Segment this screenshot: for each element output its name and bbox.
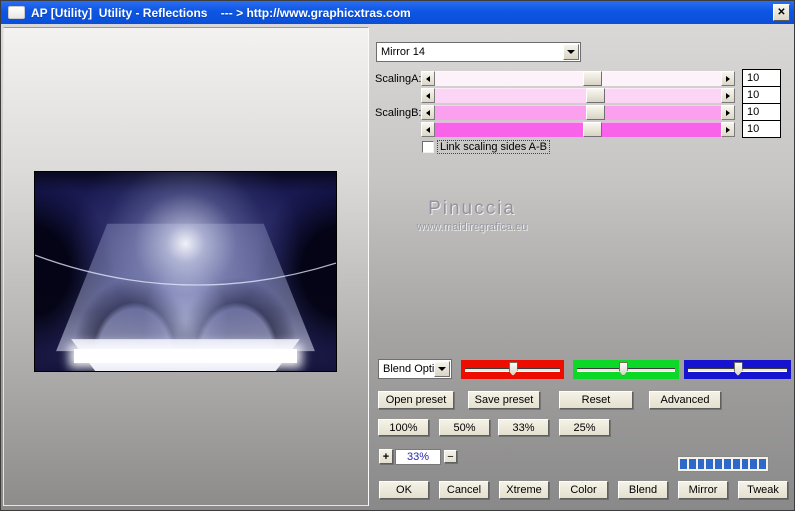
watermark-title: Pinuccia — [428, 198, 516, 219]
slider-track[interactable] — [435, 71, 721, 86]
slider-right-arrow-button[interactable] — [721, 71, 735, 86]
blend-button[interactable]: Blend — [618, 481, 668, 499]
save-preset-button[interactable]: Save preset — [468, 391, 540, 409]
zoom-33-button[interactable]: 33% — [498, 419, 549, 436]
zoom-level-value: 33% — [395, 449, 441, 465]
left-triangle-icon — [426, 109, 430, 116]
down-triangle-icon — [567, 50, 575, 54]
close-button[interactable]: ✕ — [773, 4, 790, 21]
progress-segment — [750, 459, 758, 469]
cancel-button[interactable]: Cancel — [439, 481, 489, 499]
window-title: AP [Utility] Utility - Reflections --- >… — [31, 5, 411, 20]
watermark: Pinuccia www.maidiregrafica.eu — [379, 198, 565, 233]
progress-segment — [706, 459, 714, 469]
scaling-a2-value[interactable]: 10 — [742, 86, 781, 104]
progress-segment — [732, 459, 740, 469]
watermark-url: www.maidiregrafica.eu — [416, 221, 528, 233]
progress-segment — [697, 459, 705, 469]
blue-channel-slider[interactable] — [684, 360, 791, 379]
scaling-a2-slider — [421, 88, 735, 103]
right-triangle-icon — [726, 92, 730, 99]
slider-left-arrow-button[interactable] — [421, 105, 435, 120]
red-channel-slider[interactable] — [461, 360, 564, 379]
slider-left-arrow-button[interactable] — [421, 88, 435, 103]
link-scaling-label: Link scaling sides A-B — [437, 140, 550, 154]
left-triangle-icon — [426, 92, 430, 99]
slider-right-arrow-button[interactable] — [721, 88, 735, 103]
zoom-100-button[interactable]: 100% — [378, 419, 429, 436]
left-triangle-icon — [426, 126, 430, 133]
title-bar[interactable]: AP [Utility] Utility - Reflections --- >… — [1, 1, 794, 24]
zoom-in-button[interactable]: + — [379, 449, 393, 464]
down-triangle-icon — [438, 367, 446, 371]
scaling-a1-value[interactable]: 10 — [742, 69, 781, 87]
blue-slider-thumb[interactable] — [733, 362, 743, 376]
progress-segment — [741, 459, 749, 469]
right-triangle-icon — [726, 75, 730, 82]
right-triangle-icon — [726, 109, 730, 116]
progress-segment — [680, 459, 687, 469]
scaling-b1-slider — [421, 105, 735, 120]
slider-left-arrow-button[interactable] — [421, 71, 435, 86]
ok-button[interactable]: OK — [379, 481, 429, 499]
green-channel-slider[interactable] — [573, 360, 679, 379]
blend-options-value: Blend Opti — [383, 363, 434, 375]
scaling-a1-slider — [421, 71, 735, 86]
blend-options-dropdown[interactable]: Blend Opti — [378, 359, 452, 379]
link-scaling-checkbox[interactable] — [422, 141, 434, 153]
zoom-25-button[interactable]: 25% — [559, 419, 610, 436]
mirror-button[interactable]: Mirror — [678, 481, 728, 499]
slider-thumb[interactable] — [583, 122, 603, 137]
slider-thumb[interactable] — [586, 105, 606, 120]
close-icon: ✕ — [777, 6, 786, 18]
right-triangle-icon — [726, 126, 730, 133]
scaling-b2-value[interactable]: 10 — [742, 120, 781, 138]
app-icon — [8, 6, 25, 19]
zoom-50-button[interactable]: 50% — [439, 419, 490, 436]
slider-right-arrow-button[interactable] — [721, 122, 735, 137]
slider-thumb[interactable] — [586, 88, 606, 103]
preview-panel — [3, 27, 369, 506]
left-triangle-icon — [426, 75, 430, 82]
zoom-out-button[interactable]: − — [444, 450, 457, 463]
scaling-a-label: ScalingA: — [375, 73, 422, 85]
chevron-down-icon[interactable] — [563, 44, 579, 60]
scaling-b2-slider — [421, 122, 735, 137]
preview-curve-line — [35, 254, 336, 286]
preset-dropdown-value: Mirror 14 — [381, 46, 426, 58]
scaling-b-label: ScalingB: — [375, 107, 422, 119]
preset-dropdown[interactable]: Mirror 14 — [376, 42, 581, 62]
slider-thumb[interactable] — [583, 71, 603, 86]
tweak-button[interactable]: Tweak — [738, 481, 788, 499]
progress-segment — [759, 459, 766, 469]
reset-button[interactable]: Reset — [559, 391, 633, 409]
slider-track[interactable] — [435, 105, 721, 120]
slider-track[interactable] — [435, 88, 721, 103]
red-slider-thumb[interactable] — [508, 362, 518, 376]
link-scaling-row: Link scaling sides A-B — [422, 140, 550, 154]
green-slider-thumb[interactable] — [618, 362, 628, 376]
slider-left-arrow-button[interactable] — [421, 122, 435, 137]
advanced-button[interactable]: Advanced — [649, 391, 721, 409]
slider-right-arrow-button[interactable] — [721, 105, 735, 120]
slider-track[interactable] — [435, 122, 721, 137]
progress-segment — [723, 459, 731, 469]
progress-segment — [715, 459, 722, 469]
open-preset-button[interactable]: Open preset — [378, 391, 454, 409]
progress-segment — [688, 459, 696, 469]
preview-image[interactable] — [34, 171, 337, 372]
color-button[interactable]: Color — [559, 481, 608, 499]
xtreme-button[interactable]: Xtreme — [499, 481, 549, 499]
scaling-b1-value[interactable]: 10 — [742, 103, 781, 121]
chevron-down-icon[interactable] — [434, 361, 450, 377]
dialog-body: Mirror 14 ScalingA: ScalingB: 10 10 10 1… — [1, 24, 794, 510]
progress-bar — [677, 456, 769, 472]
plugin-window: AP [Utility] Utility - Reflections --- >… — [0, 0, 795, 511]
